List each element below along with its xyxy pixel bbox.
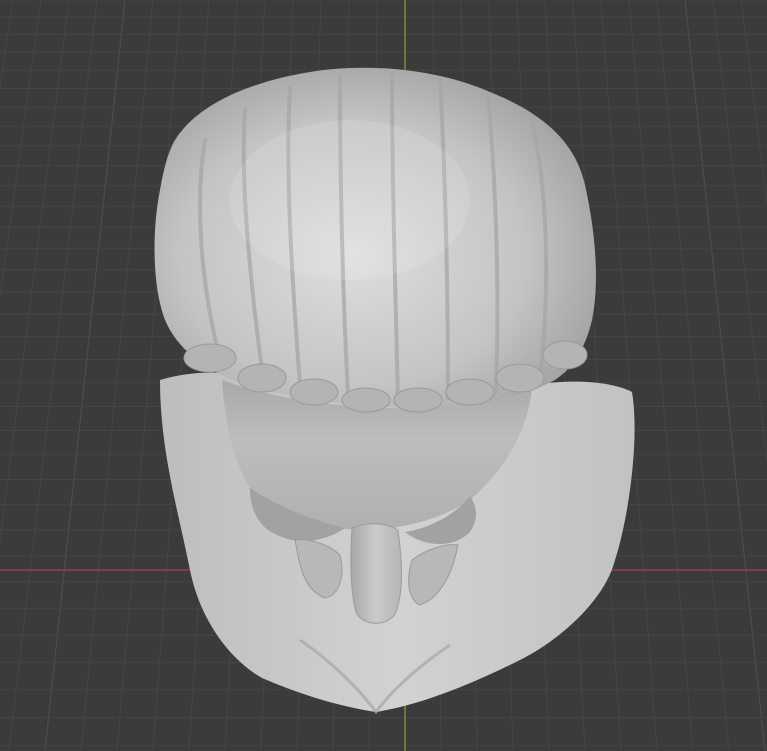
grid-line-vertical (740, 0, 767, 208)
grid-line-vertical (712, 0, 767, 466)
bust-model[interactable] (154, 67, 635, 715)
grid-line-vertical (80, 0, 154, 751)
grid-line-vertical (44, 0, 126, 751)
grid-line-vertical (684, 0, 766, 751)
grid-line-vertical (600, 0, 658, 751)
grid-line-vertical (656, 0, 730, 751)
grid-line-vertical (628, 0, 694, 751)
bust-nose (350, 523, 402, 624)
grid-line-vertical (8, 0, 98, 751)
3d-viewport[interactable] (0, 0, 767, 751)
grid-line-vertical (572, 0, 622, 751)
grid-line-vertical (116, 0, 182, 751)
grid-line-vertical (0, 0, 70, 544)
hair-highlight (230, 120, 470, 280)
viewport-canvas[interactable] (0, 0, 767, 751)
grid-line-vertical (0, 0, 14, 91)
